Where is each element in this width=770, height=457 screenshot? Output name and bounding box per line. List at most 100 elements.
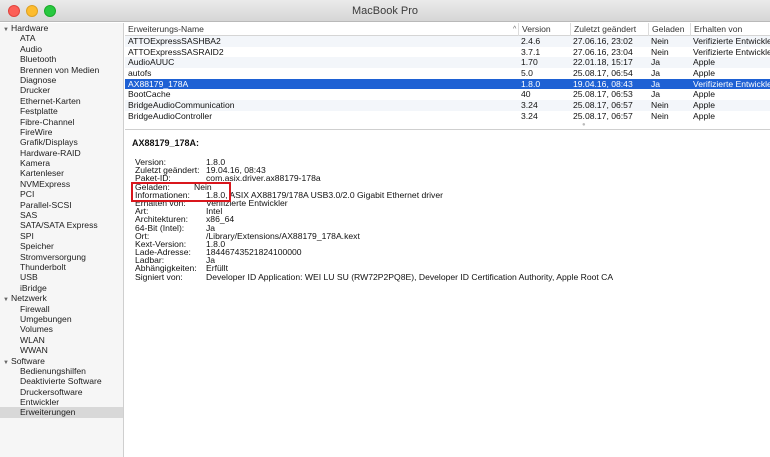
disclosure-triangle-icon[interactable]: ▼ xyxy=(3,295,11,305)
sort-ascending-icon[interactable]: ^ xyxy=(513,23,516,36)
table-cell: Apple xyxy=(693,89,715,100)
column-header[interactable]: Zuletzt geändert xyxy=(570,23,648,36)
table-cell: AX88179_178A xyxy=(128,78,189,89)
table-cell: 2.4.6 xyxy=(521,36,541,46)
table-cell: 1.8.0 xyxy=(521,78,541,89)
sidebar-item[interactable]: WLAN xyxy=(0,335,123,345)
sidebar-item[interactable]: Hardware-RAID xyxy=(0,148,123,158)
table-cell: Nein xyxy=(651,100,669,111)
table-cell: Apple xyxy=(693,57,715,68)
table-cell: Nein xyxy=(651,110,669,121)
table-row[interactable]: AudioAUUC 1.70 22.01.18, 15:17 Ja Apple xyxy=(125,57,770,69)
table-cell: Ja xyxy=(651,68,661,79)
sidebar-item[interactable]: Diagnose xyxy=(0,75,123,85)
sidebar-item[interactable]: Entwickler xyxy=(0,397,123,407)
sidebar-item[interactable]: Parallel-SCSI xyxy=(0,200,123,210)
sidebar-item[interactable]: Deaktivierte Software xyxy=(0,376,123,386)
window-title: MacBook Pro xyxy=(351,5,419,17)
sidebar-item[interactable]: Bedienungshilfen xyxy=(0,366,123,376)
disclosure-triangle-icon[interactable]: ▼ xyxy=(3,25,11,35)
table-cell: 3.24 xyxy=(521,100,538,111)
sidebar-item[interactable]: SPI xyxy=(0,231,123,241)
table-cell: BridgeAudioController xyxy=(128,110,213,121)
table-cell: 25.08.17, 06:57 xyxy=(573,100,633,111)
sidebar-item[interactable]: USB xyxy=(0,272,123,282)
table-row[interactable]: AX88179_178A 1.8.0 19.04.16, 08:43 Ja Verifi… xyxy=(125,78,770,90)
sidebar-item[interactable]: Stromversorgung xyxy=(0,252,123,262)
sidebar-item[interactable]: Thunderbolt xyxy=(0,262,123,272)
table-row[interactable]: ATTOExpressSASRAID2 3.7.1 27.06.16, 23:04 N… xyxy=(125,47,770,58)
table-row[interactable]: BootCache 40 25.08.17, 06:53 Ja Apple xyxy=(125,89,770,100)
table-cell: 22.01.18, 15:17 xyxy=(573,57,633,68)
sidebar-item[interactable]: Umgebungen xyxy=(0,314,123,324)
sidebar-item[interactable]: Bluetooth xyxy=(0,54,123,64)
table-cell: Ja xyxy=(651,89,661,100)
table-cell: 25.08.17, 06:57 xyxy=(573,110,633,121)
table-row[interactable]: BridgeAudioController 3.24 25.08.17, 06:57… xyxy=(125,111,770,122)
sidebar-item[interactable]: SATA/SATA Express xyxy=(0,220,123,230)
sidebar-item[interactable]: Volumes xyxy=(0,324,123,334)
split-handle-icon[interactable]: ● xyxy=(582,122,586,128)
detail-value: Developer ID Application: WEI LU SU (RW7… xyxy=(206,271,614,282)
sidebar-item[interactable]: WWAN xyxy=(0,345,123,355)
sidebar-item[interactable]: Brennen von Medien xyxy=(0,65,123,75)
sidebar-item[interactable]: Erweiterungen xyxy=(0,407,123,418)
table-cell: Nein xyxy=(651,46,669,57)
sidebar-group-label: Software xyxy=(11,355,45,366)
table-cell: 3.7.1 xyxy=(521,46,541,57)
sidebar-group[interactable]: ▼ Hardware xyxy=(0,23,123,33)
sidebar-group-label: Hardware xyxy=(11,23,49,33)
sidebar-group[interactable]: ▼ Netzwerk xyxy=(0,293,123,303)
table-cell: 27.06.16, 23:02 xyxy=(573,36,633,46)
detail-pane: AX88179_178A: Version: 1.8.0 Zuletzt geänd… xyxy=(125,131,770,457)
sidebar-group-label: Netzwerk xyxy=(11,293,47,304)
table-row[interactable]: autofs 5.0 25.08.17, 06:54 Ja Apple xyxy=(125,68,770,79)
sidebar-item[interactable]: NVMExpress xyxy=(0,179,123,189)
sidebar-group[interactable]: ▼ Software xyxy=(0,356,123,366)
column-header[interactable]: Erhalten von xyxy=(690,23,770,36)
column-header[interactable]: Version xyxy=(518,23,570,36)
table-cell: 5.0 xyxy=(521,68,533,79)
table-cell: 25.08.17, 06:53 xyxy=(573,89,633,100)
table-cell: 40 xyxy=(521,89,531,100)
sidebar-item[interactable]: Grafik/Displays xyxy=(0,137,123,147)
detail-value: /Library/Extensions/AX88179_178A.kext xyxy=(206,230,360,241)
column-header[interactable]: Geladen xyxy=(648,23,690,36)
column-header[interactable]: Erweiterungs-Name xyxy=(125,23,518,36)
detail-value: com.asix.driver.ax88179-178a xyxy=(206,173,321,184)
sidebar-item[interactable]: SAS xyxy=(0,210,123,220)
table-cell: ATTOExpressSASHBA2 xyxy=(128,36,221,46)
sidebar-item[interactable]: Festplatte xyxy=(0,106,123,116)
detail-title: AX88179_178A: xyxy=(132,138,200,148)
table-row[interactable]: ATTOExpressSASHBA2 2.4.6 27.06.16, 23:02 Ne… xyxy=(125,36,770,47)
table-cell: Verifizierte Entwickler xyxy=(693,46,770,57)
sidebar-item[interactable]: Firewall xyxy=(0,304,123,314)
table-cell: AudioAUUC xyxy=(128,57,175,68)
sidebar-item[interactable]: Kamera xyxy=(0,158,123,168)
sidebar: ▼ Hardware ATA Audio Bluetooth Brennen von Me… xyxy=(0,23,124,457)
sidebar-item[interactable]: Drucker xyxy=(0,85,123,95)
table-cell: 19.04.16, 08:43 xyxy=(573,78,633,89)
title-bar: MacBook Pro xyxy=(0,0,770,22)
table-cell: Verifizierte Entwickler xyxy=(693,36,770,46)
table-cell: Verifizierte Entwickler xyxy=(693,78,770,89)
detail-label: Signiert von: xyxy=(135,271,183,282)
sidebar-item[interactable]: Speicher xyxy=(0,241,123,251)
table-row[interactable]: BridgeAudioCommunication 3.24 25.08.17, 06… xyxy=(125,100,770,111)
sidebar-item[interactable]: iBridge xyxy=(0,283,123,293)
sidebar-item[interactable]: Druckersoftware xyxy=(0,387,123,397)
sidebar-item[interactable]: Ethernet-Karten xyxy=(0,96,123,106)
table-cell: 3.24 xyxy=(521,110,538,121)
sidebar-item[interactable]: ATA xyxy=(0,33,123,43)
table-cell: 1.70 xyxy=(521,57,538,68)
sidebar-item[interactable]: Kartenleser xyxy=(0,168,123,178)
table-cell: BootCache xyxy=(128,89,171,100)
sidebar-item[interactable]: Fibre-Channel xyxy=(0,117,123,127)
table-cell: Nein xyxy=(651,36,669,46)
sidebar-item[interactable]: Audio xyxy=(0,44,123,54)
sidebar-item[interactable]: PCI xyxy=(0,189,123,199)
disclosure-triangle-icon[interactable]: ▼ xyxy=(3,358,11,368)
table-cell: Apple xyxy=(693,68,715,79)
table-cell: Ja xyxy=(651,78,661,89)
sidebar-item[interactable]: FireWire xyxy=(0,127,123,137)
